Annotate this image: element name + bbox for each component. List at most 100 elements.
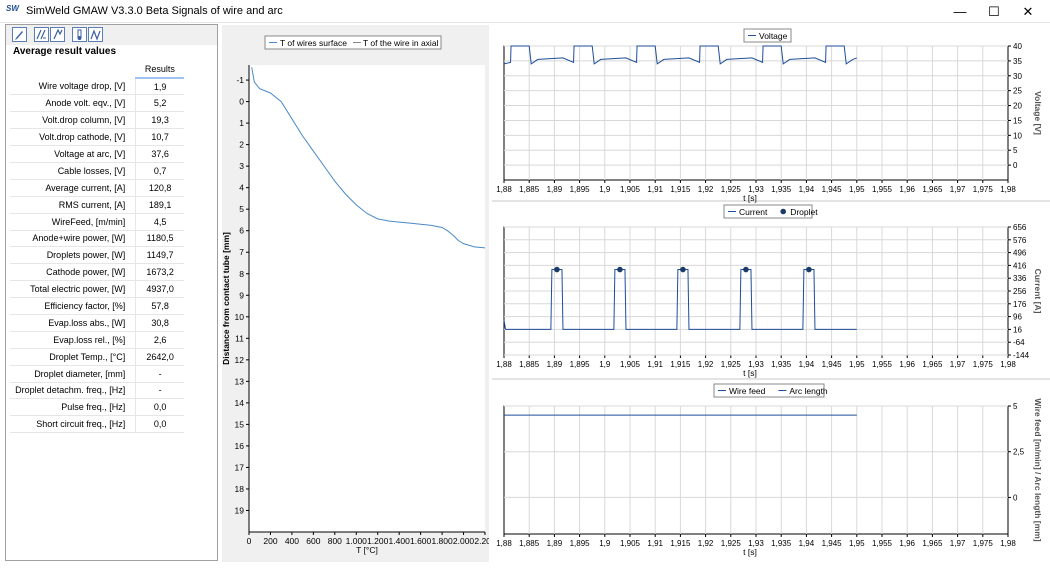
table-row[interactable]: Evap.loss rel., [%] 2,6: [10, 331, 184, 349]
x-tick-label: 1,89: [547, 185, 563, 194]
x-tick-label: 1,98: [1000, 360, 1016, 369]
result-label: Pulse freq., [Hz]: [10, 398, 137, 417]
x-tick-label: 1,975: [973, 185, 994, 194]
x-tick-label: 1,915: [670, 360, 691, 369]
close-button[interactable]: ✕: [1011, 0, 1045, 23]
table-row[interactable]: Cable losses, [V] 0,7: [10, 162, 184, 180]
result-value: 19,3: [135, 111, 184, 130]
result-value: 0,7: [135, 162, 184, 180]
x-tick-label: 2.000: [453, 536, 475, 546]
x-tick-label: 1,905: [620, 360, 641, 369]
result-label: Cable losses, [V]: [10, 162, 137, 180]
table-row[interactable]: Pulse freq., [Hz] 0,0: [10, 398, 184, 417]
x-tick-label: 1,9: [599, 360, 611, 369]
table-row[interactable]: Wire voltage drop, [V] 1,9: [10, 78, 184, 96]
x-axis-label: t [s]: [743, 368, 757, 378]
x-tick-label: 1,97: [950, 539, 966, 548]
window-title: SimWeld GMAW V3.3.0 Beta Signals of wire…: [26, 5, 283, 17]
y-tick-label: 3: [239, 161, 244, 171]
y-tick-label: 9: [239, 290, 244, 300]
result-value: 0,0: [135, 415, 184, 434]
x-tick-label: 1,925: [721, 360, 742, 369]
result-label: Droplet diameter, [mm]: [10, 365, 137, 383]
y-tick-label: 1: [239, 118, 244, 128]
y-tick-label: 13: [235, 376, 245, 386]
x-tick-label: 1,975: [973, 539, 994, 548]
table-row[interactable]: Short circuit freq., [Hz] 0,0: [10, 415, 184, 434]
legend-entry: Voltage: [759, 31, 788, 41]
x-tick-label: 1,965: [922, 185, 943, 194]
x-tick-label: 1,91: [647, 539, 663, 548]
y-tick-label: 2,5: [1013, 448, 1025, 457]
table-row[interactable]: Droplet diameter, [mm] -: [10, 365, 184, 383]
x-tick-label: 1,88: [496, 185, 512, 194]
temperature-chart-panel: T of wires surface T of the wire in axial…: [221, 25, 496, 562]
x-tick-label: 1.400: [389, 536, 411, 546]
table-row[interactable]: Average current, [A] 120,8: [10, 179, 184, 197]
x-tick-label: 1,92: [698, 185, 714, 194]
title-bar: SW SimWeld GMAW V3.3.0 Beta Signals of w…: [0, 0, 1050, 23]
result-label: Evap.loss abs., [W]: [10, 314, 137, 332]
result-value: 5,2: [135, 94, 184, 113]
x-tick-label: 1,89: [547, 539, 563, 548]
signals-charts: Voltage1,88 1,885 1,89 1,895 1,9 1,905 1,91 1,9…: [492, 28, 1050, 557]
maximize-button[interactable]: ☐: [977, 0, 1011, 23]
x-tick-label: 1,96: [899, 185, 915, 194]
x-tick-label: 1,955: [872, 360, 893, 369]
table-row[interactable]: Voltage at arc, [V] 37,6: [10, 145, 184, 163]
result-value: 189,1: [135, 196, 184, 214]
results-table: Results Wire voltage drop, [V] 1,9 Anode v…: [10, 61, 184, 434]
x-tick-label: 1,88: [496, 360, 512, 369]
y-tick-label: 30: [1013, 72, 1022, 81]
table-row[interactable]: Evap.loss abs., [W] 30,8: [10, 314, 184, 332]
x-tick-label: 1,9: [599, 185, 611, 194]
y-tick-label: -144: [1013, 351, 1030, 360]
x-axis-label: T [°C]: [356, 545, 378, 555]
tool-arc-icon[interactable]: [50, 27, 65, 42]
table-row[interactable]: Anode+wire power, [W] 1180,5: [10, 230, 184, 248]
minimize-button[interactable]: —: [943, 0, 977, 23]
signals-panel: Voltage 1,88 1,885 1,89 1,895 1,9 1,905 1,91 1,9…: [492, 25, 1050, 562]
legend-swatch: [780, 208, 786, 215]
x-tick-label: 1,955: [872, 185, 893, 194]
table-row[interactable]: WireFeed, [m/min] 4,5: [10, 213, 184, 231]
y-tick-label: 336: [1013, 274, 1027, 283]
x-tick-label: 1,94: [799, 185, 815, 194]
y-tick-label: 12: [235, 355, 245, 365]
result-label: Wire voltage drop, [V]: [10, 78, 137, 96]
y-tick-label: 17: [235, 462, 245, 472]
x-tick-label: 1,95: [849, 539, 865, 548]
result-label: Cathode power, [W]: [10, 263, 137, 282]
y-axis-label: Wire feed [m/min] / Arc length [mm]: [1033, 398, 1043, 541]
tool-pen-icon[interactable]: [12, 27, 27, 42]
result-value: 4937,0: [135, 280, 184, 299]
droplet-point: [617, 266, 623, 273]
x-tick-label: 1,95: [849, 185, 865, 194]
temperature-chart: T of wires surface T of the wire in axial…: [221, 35, 496, 555]
result-label: Volt.drop cathode, [V]: [10, 128, 137, 147]
signal-icon[interactable]: [88, 27, 103, 42]
result-value: 57,8: [135, 297, 184, 315]
tool-wire-icon[interactable]: [34, 27, 49, 42]
x-tick-label: 1,94: [799, 360, 815, 369]
table-row[interactable]: Volt.drop column, [V] 19,3: [10, 111, 184, 130]
results-column-header[interactable]: Results: [135, 61, 184, 79]
x-tick-label: 1,92: [698, 539, 714, 548]
table-row[interactable]: Efficiency factor, [%] 57,8: [10, 297, 184, 315]
y-tick-label: 5: [239, 204, 244, 214]
y-tick-label: 0: [1013, 161, 1018, 170]
table-row[interactable]: Cathode power, [W] 1673,2: [10, 263, 184, 282]
table-row[interactable]: RMS current, [A] 189,1: [10, 196, 184, 214]
table-row[interactable]: Droplet Temp., [°C] 2642,0: [10, 348, 184, 366]
thermometer-icon[interactable]: [72, 27, 87, 42]
table-row[interactable]: Anode volt. eqv., [V] 5,2: [10, 94, 184, 113]
legend: Voltage: [743, 28, 792, 43]
table-row[interactable]: Total electric power, [W] 4937,0: [10, 280, 184, 299]
y-tick-label: 176: [1013, 300, 1027, 309]
table-row[interactable]: Volt.drop cathode, [V] 10,7: [10, 128, 184, 147]
table-row[interactable]: Droplet detachm. freq., [Hz] -: [10, 382, 184, 400]
result-label: Voltage at arc, [V]: [10, 145, 137, 163]
table-row[interactable]: Droplets power, [W] 1149,7: [10, 246, 184, 265]
x-tick-label: 800: [328, 536, 342, 546]
result-label: Volt.drop column, [V]: [10, 111, 137, 130]
